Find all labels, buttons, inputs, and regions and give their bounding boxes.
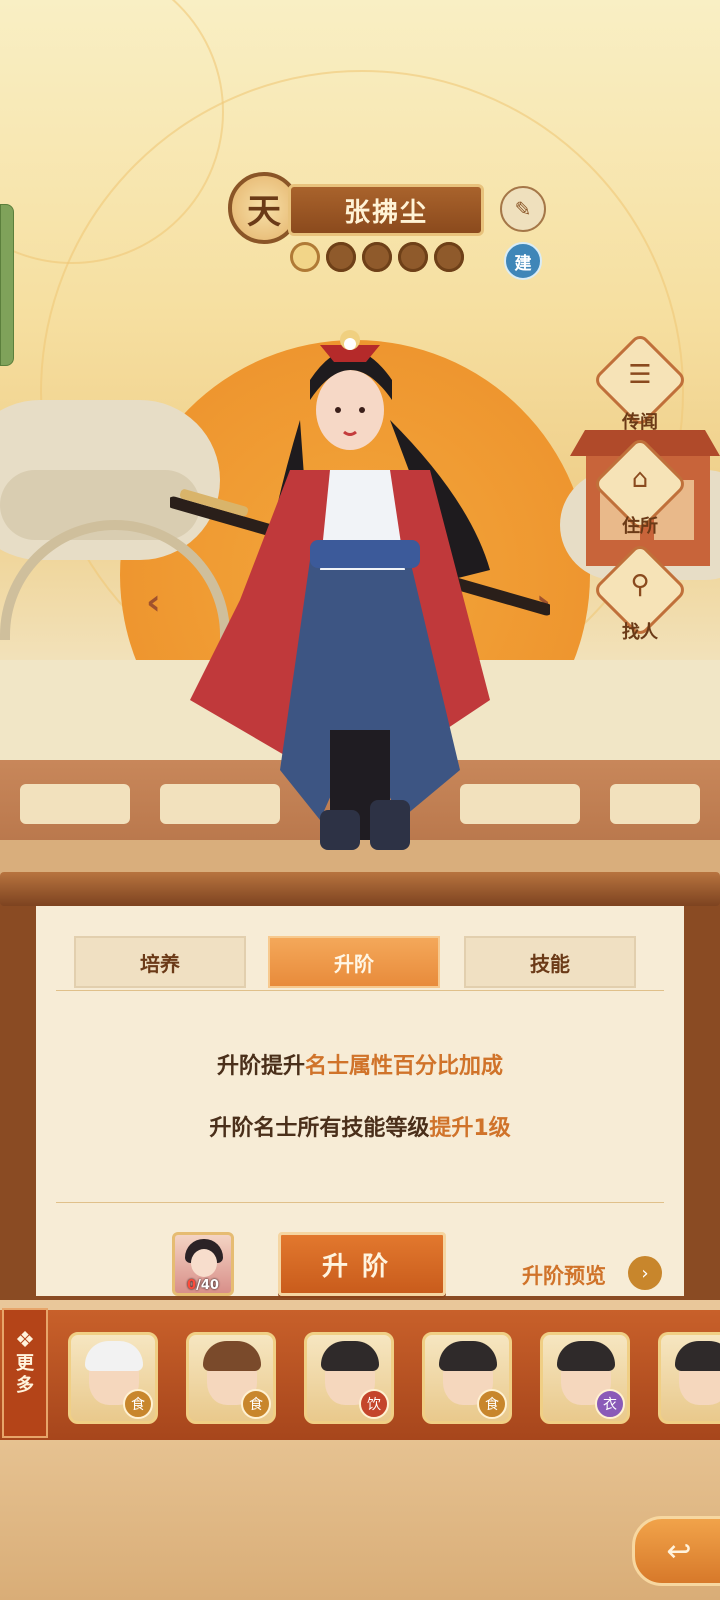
panel-top-beam (0, 872, 720, 906)
material-have: 0 (187, 1278, 197, 1293)
upgrade-info-line-2: 升阶名士所有技能等级提升1级 (36, 1110, 684, 1142)
chevron-right-icon[interactable]: › (628, 1256, 662, 1290)
hero-hair (321, 1341, 379, 1371)
residence-button[interactable]: ⌂ 住所 (591, 435, 689, 538)
hero-card[interactable]: 食 (422, 1332, 512, 1424)
tab-divider (56, 990, 664, 991)
hero-role-badge: 衣 (595, 1389, 625, 1419)
side-drawer-tab[interactable] (0, 204, 14, 366)
character-name-header: 天 张拂尘 (228, 172, 488, 244)
tab-upgrade[interactable]: 升阶 (268, 936, 440, 988)
hero-card[interactable]: 食 (186, 1332, 276, 1424)
hero-role-badge: 食 (123, 1389, 153, 1419)
star-icon (362, 242, 392, 272)
house-glyph: ⌂ (631, 464, 649, 494)
info-highlight: 名士属性百分比加成 (305, 1054, 504, 1079)
character-name: 张拂尘 (288, 184, 484, 236)
tab-skills[interactable]: 技能 (464, 936, 636, 988)
portrait-face (191, 1249, 217, 1277)
info-text: 升阶名士所有技能等级 (209, 1116, 430, 1141)
hero-hair (439, 1341, 497, 1371)
tab-cultivate[interactable]: 培养 (74, 936, 246, 988)
info-text: 升阶提升 (216, 1054, 305, 1079)
hero-card-partial[interactable] (658, 1332, 720, 1424)
hero-role-badge: 食 (241, 1389, 271, 1419)
bottom-wood-area (0, 1440, 720, 1600)
diamond-grid-icon: ❖ (15, 1328, 35, 1353)
star-icon (290, 242, 320, 272)
find-person-button[interactable]: ⚲ 找人 (591, 541, 689, 644)
railing-opening (20, 784, 130, 824)
info-highlight: 提升1级 (429, 1116, 511, 1141)
hero-card[interactable]: 食 (68, 1332, 158, 1424)
character-figure (170, 330, 550, 850)
bookmark-icon[interactable]: ✎ (500, 186, 546, 232)
upgrade-info-line-1: 升阶提升名士属性百分比加成 (36, 1048, 684, 1080)
residence-label: 住所 (622, 516, 658, 537)
find-person-label: 找人 (622, 622, 658, 643)
star-icon (434, 242, 464, 272)
hero-role-badge: 食 (477, 1389, 507, 1419)
info-divider (56, 1202, 664, 1203)
upgrade-button[interactable]: 升阶 (278, 1232, 446, 1296)
hero-hair (557, 1341, 615, 1371)
star-icon (326, 242, 356, 272)
more-label-1: 更 (16, 1353, 34, 1374)
back-arrow-icon[interactable]: ↩ (632, 1516, 720, 1586)
more-button[interactable]: ❖ 更 多 (2, 1308, 48, 1438)
element-badge: 建 (504, 242, 542, 280)
hero-role-badge: 饮 (359, 1389, 389, 1419)
more-label-2: 多 (16, 1375, 34, 1396)
upgrade-preview-link[interactable]: 升阶预览 (522, 1260, 606, 1290)
rumors-button[interactable]: ☰ 传闻 (591, 331, 689, 434)
star-icon (398, 242, 428, 272)
prev-character-arrow-icon[interactable]: ‹ (146, 582, 161, 623)
material-count: 0/40 (175, 1278, 231, 1293)
hero-hair (675, 1341, 720, 1371)
material-portrait[interactable]: 0/40 (172, 1232, 234, 1296)
material-need: /40 (196, 1278, 219, 1293)
hero-card[interactable]: 衣 (540, 1332, 630, 1424)
hero-hat (85, 1341, 143, 1371)
railing-opening (610, 784, 700, 824)
hero-card[interactable]: 饮 (304, 1332, 394, 1424)
hero-hair (203, 1341, 261, 1371)
star-rating (290, 242, 464, 272)
search-glyph: ⚲ (630, 570, 650, 600)
scroll-glyph: ☰ (628, 360, 652, 390)
rumors-label: 传闻 (622, 412, 658, 433)
